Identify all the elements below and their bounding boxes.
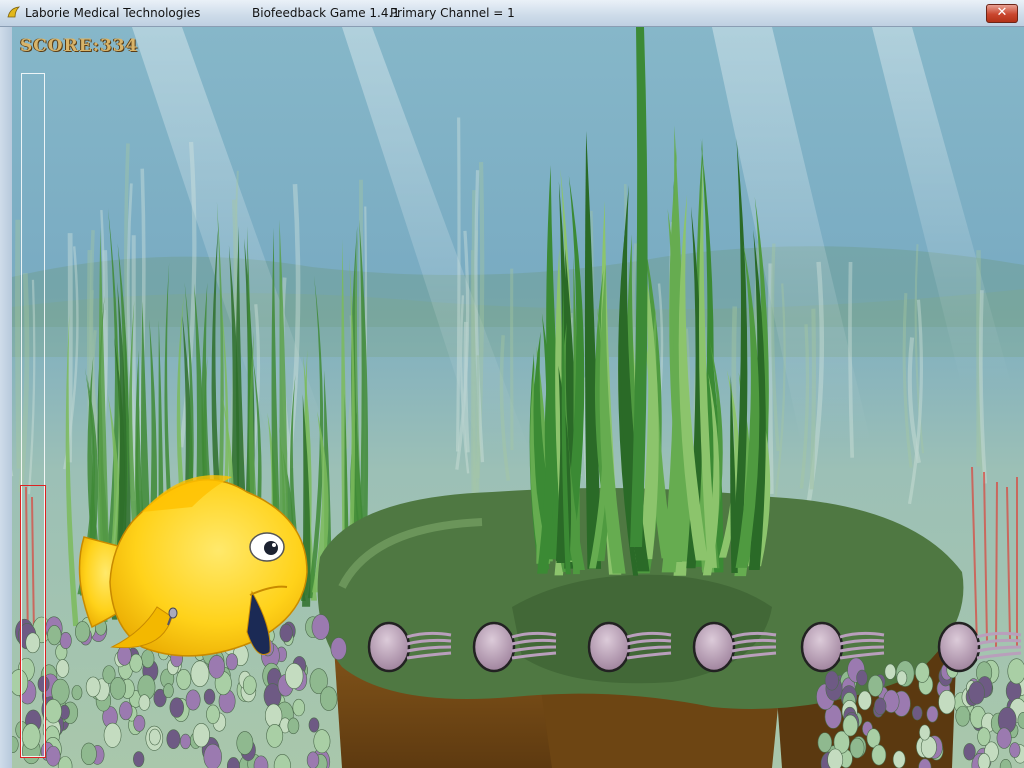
target-zone [20,485,46,758]
window-frame-left [0,27,12,768]
score-display: SCORE:334 [20,36,139,56]
window-title-game: Biofeedback Game 1.4.1 [252,6,400,20]
close-icon: ✕ [996,5,1008,20]
window-title-channel: Primary Channel = 1 [390,6,515,20]
app-icon [7,6,21,18]
game-window: Laborie Medical Technologies Biofeedback… [0,0,1024,768]
game-area[interactable]: SCORE:334 [12,27,1024,768]
close-button[interactable]: ✕ [986,4,1018,23]
title-bar[interactable]: Laborie Medical Technologies Biofeedback… [0,0,1024,27]
underwater-scene [12,27,1024,768]
window-title-app: Laborie Medical Technologies [25,6,201,20]
